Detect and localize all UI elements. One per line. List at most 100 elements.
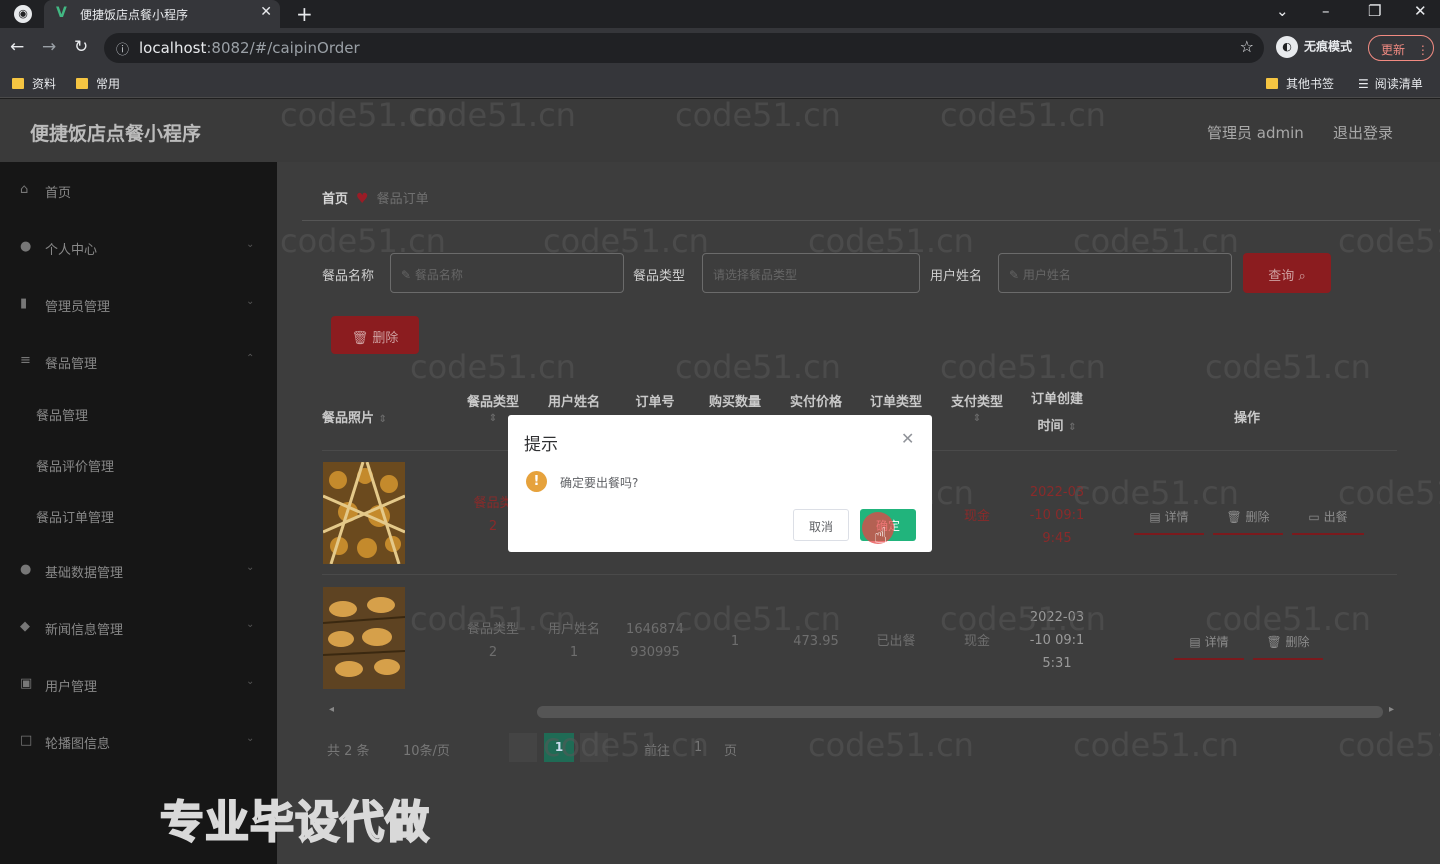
- chevron-down-icon: ⌄: [246, 733, 255, 744]
- chevron-up-icon: ⌃: [246, 353, 255, 364]
- back-icon[interactable]: ←: [10, 37, 24, 57]
- sort-icon[interactable]: ⇕: [489, 413, 497, 424]
- header-username: 管理员 admin: [1207, 124, 1304, 142]
- watermark: code51.cn: [1073, 474, 1239, 512]
- horizontal-scrollbar[interactable]: [537, 706, 1383, 718]
- close-icon[interactable]: ✕: [901, 429, 914, 448]
- row1-detail-button[interactable]: ▤ 详情: [1134, 508, 1204, 535]
- row1-serve-button[interactable]: ▭ 出餐: [1292, 508, 1364, 535]
- reload-icon[interactable]: ↻: [74, 37, 88, 57]
- pagination-prev-button[interactable]: [509, 733, 537, 762]
- home-icon: ⌂: [20, 182, 29, 197]
- site-info-icon[interactable]: ⓘ: [116, 39, 129, 58]
- submenu-dish-manage[interactable]: 餐品管理: [36, 405, 88, 424]
- bookmark-star-icon[interactable]: ☆: [1240, 37, 1254, 56]
- trash-icon: 🗑: [1226, 510, 1246, 524]
- sidebar-item-profile[interactable]: ● 个人中心 ⌄: [0, 227, 277, 267]
- tab-search-icon[interactable]: ⌄: [1276, 2, 1289, 20]
- logout-link[interactable]: 退出登录: [1333, 122, 1393, 143]
- th-photo[interactable]: 餐品照片 ⇕: [322, 407, 387, 426]
- folder-icon: [76, 78, 88, 89]
- sidebar-item-home[interactable]: ⌂ 首页: [0, 170, 277, 210]
- dish-type-label: 餐品类型: [633, 269, 686, 284]
- watermark: code51.cn: [1338, 474, 1440, 512]
- location-icon: ◆: [20, 619, 30, 634]
- bookmark-folder-ziliao[interactable]: 资料: [12, 75, 56, 92]
- forward-icon[interactable]: →: [42, 37, 56, 57]
- search-icon: ⌕: [1298, 269, 1306, 284]
- document-icon: ▤: [1189, 635, 1205, 649]
- food-photo-2: [323, 587, 405, 689]
- watermark: code51.cn: [940, 348, 1106, 386]
- url-input[interactable]: ⓘ localhost:8082/#/caipinOrder ☆: [104, 33, 1264, 63]
- th-created[interactable]: 订单创建 时间 ⇕: [1027, 386, 1087, 441]
- watermark: code51.cn: [543, 726, 709, 764]
- menu-icon: ≡: [20, 353, 31, 368]
- watermark: code51.cn: [280, 222, 446, 260]
- sidebar-item-carousel[interactable]: □ 轮播图信息 ⌄: [0, 721, 277, 761]
- incognito-indicator[interactable]: ◐ 无痕模式: [1276, 36, 1352, 58]
- browser-tab[interactable]: V 便捷饭店点餐小程序 ✕: [44, 0, 280, 28]
- watermark: code51.cn: [410, 348, 576, 386]
- restore-icon[interactable]: ❐: [1368, 2, 1381, 20]
- th-pay-type[interactable]: 支付类型 ⇕: [947, 391, 1007, 425]
- th-price: 实付价格: [789, 395, 842, 410]
- video-caption: 专业毕设代做: [159, 796, 430, 849]
- watermark: code51.cn: [1338, 726, 1440, 764]
- breadcrumb-home[interactable]: 首页: [322, 192, 348, 207]
- new-tab-icon[interactable]: +: [296, 2, 313, 26]
- breadcrumb-divider: [302, 220, 1420, 221]
- minimize-icon[interactable]: –: [1322, 2, 1330, 20]
- sort-icon[interactable]: ⇕: [973, 413, 981, 424]
- document-icon: ▤: [1149, 510, 1165, 524]
- user-name-label: 用户姓名: [930, 269, 983, 284]
- sort-icon[interactable]: ⇕: [379, 414, 387, 425]
- watermark: code51.cn: [940, 600, 1106, 638]
- reading-list-icon: ☰: [1358, 77, 1369, 91]
- cancel-button[interactable]: 取消: [793, 509, 849, 541]
- sidebar-item-news[interactable]: ◆ 新闻信息管理 ⌄: [0, 607, 277, 647]
- sidebar-item-admins[interactable]: ▮ 管理员管理 ⌄: [0, 284, 277, 324]
- th-order-type: 订单类型: [869, 395, 922, 410]
- chevron-down-icon: ⌄: [246, 676, 255, 687]
- chart-icon: ▮: [20, 296, 28, 311]
- sidebar-item-basedata[interactable]: ● 基础数据管理 ⌄: [0, 550, 277, 590]
- sidebar: ⌂ 首页 ● 个人中心 ⌄ ▮ 管理员管理 ⌄ ≡ 餐品管理 ⌃ 餐品管理 餐品…: [0, 162, 277, 864]
- sidebar-item-label: 个人中心: [45, 243, 98, 258]
- user-icon: ●: [20, 562, 32, 577]
- sidebar-item-dishes[interactable]: ≡ 餐品管理 ⌃: [0, 341, 277, 381]
- submenu-dish-reviews[interactable]: 餐品评价管理: [36, 456, 114, 475]
- sidebar-item-label: 新闻信息管理: [45, 623, 124, 638]
- sidebar-item-label: 首页: [45, 186, 72, 201]
- chevron-down-icon: ⌄: [246, 619, 255, 630]
- incognito-icon: ◐: [1276, 36, 1298, 58]
- th-order-no: 订单号: [635, 395, 675, 410]
- submenu-dish-orders[interactable]: 餐品订单管理: [36, 507, 114, 526]
- row2-order-type: 已出餐: [876, 634, 916, 649]
- scroll-right-icon[interactable]: ▸: [1389, 704, 1394, 715]
- tab-title: 便捷饭店点餐小程序: [80, 8, 189, 22]
- update-button[interactable]: 更新 ⋮: [1368, 35, 1434, 61]
- tab-close-icon[interactable]: ✕: [260, 4, 272, 20]
- browser-tabbar: ◉ V 便捷饭店点餐小程序 ✕ + ⌄ – ❐ ✕: [0, 0, 1440, 28]
- other-bookmarks[interactable]: 其他书签: [1266, 75, 1334, 92]
- watermark: code51.cn: [410, 600, 576, 638]
- window-close-icon[interactable]: ✕: [1414, 2, 1427, 20]
- watermark: code51.cn: [1338, 222, 1440, 260]
- scroll-left-icon[interactable]: ◂: [329, 704, 334, 715]
- watermark: code51.cn: [940, 96, 1106, 134]
- url-text: localhost:8082/#/caipinOrder: [139, 39, 360, 57]
- chevron-down-icon: ⌄: [246, 296, 255, 307]
- sort-icon[interactable]: ⇕: [1068, 422, 1076, 433]
- user-icon: ●: [20, 239, 32, 254]
- query-button[interactable]: 查询 ⌕: [1243, 253, 1331, 293]
- browser-menu-icon[interactable]: ◉: [14, 5, 32, 23]
- bookmark-folder-changyong[interactable]: 常用: [76, 75, 120, 92]
- watermark: code51.cn: [675, 348, 841, 386]
- batch-delete-button[interactable]: 🗑 删除: [331, 316, 419, 354]
- square-icon: □: [20, 733, 33, 748]
- sidebar-item-users[interactable]: ▣ 用户管理 ⌄: [0, 664, 277, 704]
- pagination-size-select[interactable]: 10条/页: [403, 740, 450, 759]
- row1-delete-button[interactable]: 🗑 删除: [1213, 508, 1283, 535]
- reading-list[interactable]: ☰ 阅读清单: [1358, 75, 1423, 92]
